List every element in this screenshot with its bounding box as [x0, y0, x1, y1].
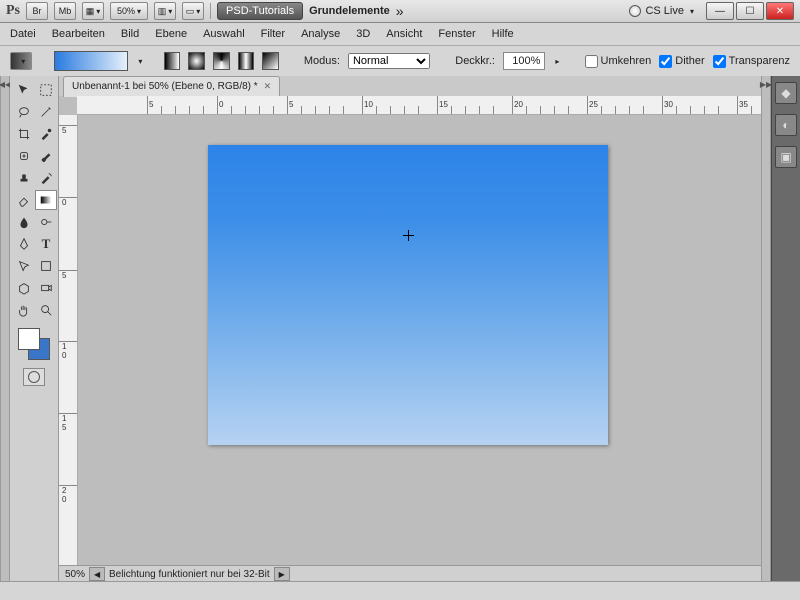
menu-fenster[interactable]: Fenster: [438, 28, 475, 40]
menu-bild[interactable]: Bild: [121, 28, 139, 40]
foreground-color[interactable]: [18, 328, 40, 350]
deckkr-arrow[interactable]: ▸: [555, 57, 559, 66]
blur-tool[interactable]: [13, 212, 35, 232]
collapse-left-icon[interactable]: ◀◀: [0, 76, 10, 582]
titlebar: Ps Br Mb ▦▾ 50%▾ ▥▾ ▭▾ PSD-Tutorials Gru…: [0, 0, 800, 23]
panel-dock: ◆ ◐ ▣: [771, 76, 800, 582]
marquee-tool[interactable]: [35, 80, 57, 100]
options-bar: ▾ ▾ Modus: Normal Deckkr.: 100% ▸ Umkehr…: [0, 46, 800, 77]
gradient-picker-arrow[interactable]: ▾: [138, 57, 142, 66]
ruler-horizontal[interactable]: 505101520253035: [77, 96, 761, 115]
toolbox: T: [10, 76, 59, 582]
eraser-tool[interactable]: [13, 190, 35, 210]
lasso-tool[interactable]: [13, 102, 35, 122]
pen-tool[interactable]: [13, 234, 35, 254]
deckkr-label: Deckkr.:: [455, 55, 495, 67]
document-canvas[interactable]: [208, 145, 608, 445]
extension-badge[interactable]: PSD-Tutorials: [217, 2, 303, 20]
bridge-button[interactable]: Br: [26, 2, 48, 20]
window-statusbar: [0, 581, 800, 600]
history-brush-tool[interactable]: [35, 168, 57, 188]
canvas-area[interactable]: [78, 115, 761, 565]
ruler-vertical[interactable]: 5051 01 52 0: [59, 115, 78, 565]
deckkr-input[interactable]: 100%: [503, 52, 545, 70]
dither-checkbox[interactable]: Dither: [659, 55, 704, 68]
paths-icon[interactable]: ▣: [775, 146, 797, 168]
magic-wand-tool[interactable]: [35, 102, 57, 122]
gradient-preview[interactable]: [54, 51, 129, 71]
healing-tool[interactable]: [13, 146, 35, 166]
tab-close-icon[interactable]: ✕: [264, 81, 272, 92]
crop-tool[interactable]: [13, 124, 35, 144]
gradient-tool[interactable]: [35, 190, 57, 210]
minimize-button[interactable]: —: [706, 2, 734, 20]
path-select-tool[interactable]: [13, 256, 35, 276]
modus-select[interactable]: Normal: [348, 53, 430, 69]
menu-bearbeiten[interactable]: Bearbeiten: [52, 28, 105, 40]
layers-icon[interactable]: ◆: [775, 82, 797, 104]
eyedropper-tool[interactable]: [35, 124, 57, 144]
workspace-name[interactable]: Grundelemente: [309, 5, 390, 17]
screenmode-button[interactable]: ▭▾: [182, 2, 204, 20]
shape-tool[interactable]: [35, 256, 57, 276]
menu-hilfe[interactable]: Hilfe: [492, 28, 514, 40]
gradient-linear-icon[interactable]: [164, 52, 181, 70]
menubar: Datei Bearbeiten Bild Ebene Auswahl Filt…: [0, 23, 800, 46]
stamp-tool[interactable]: [13, 168, 35, 188]
move-tool[interactable]: [13, 80, 35, 100]
hand-tool[interactable]: [13, 300, 35, 320]
arrange-button[interactable]: ▥▾: [154, 2, 176, 20]
menu-ansicht[interactable]: Ansicht: [386, 28, 422, 40]
collapse-right-icon[interactable]: ▶▶: [761, 76, 771, 582]
3d-camera-tool[interactable]: [35, 278, 57, 298]
status-strip: 50% ◀ Belichtung funktioniert nur bei 32…: [59, 565, 761, 582]
tab-title: Unbenannt-1 bei 50% (Ebene 0, RGB/8) *: [72, 81, 258, 92]
type-tool[interactable]: T: [35, 234, 57, 254]
gradient-diamond-icon[interactable]: [262, 52, 279, 70]
zoom-readout[interactable]: 50%: [65, 569, 85, 580]
menu-filter[interactable]: Filter: [261, 28, 285, 40]
app-logo: Ps: [6, 3, 20, 19]
quickmask-button[interactable]: [23, 368, 45, 386]
tool-preset-button[interactable]: ▾: [10, 52, 32, 70]
dodge-tool[interactable]: [35, 212, 57, 232]
3d-tool[interactable]: [13, 278, 35, 298]
menu-datei[interactable]: Datei: [10, 28, 36, 40]
gradient-reflected-icon[interactable]: [238, 52, 255, 70]
transparenz-checkbox[interactable]: Transparenz: [713, 55, 790, 68]
document-tabs: Unbenannt-1 bei 50% (Ebene 0, RGB/8) * ✕: [59, 76, 761, 96]
modus-label: Modus:: [304, 55, 340, 67]
zoom-tool[interactable]: [35, 300, 57, 320]
gradient-angle-icon[interactable]: [213, 52, 230, 70]
gradient-radial-icon[interactable]: [188, 52, 205, 70]
info-prev-icon[interactable]: ◀: [89, 567, 105, 581]
menu-analyse[interactable]: Analyse: [301, 28, 340, 40]
umkehren-checkbox[interactable]: Umkehren: [585, 55, 652, 68]
menu-ebene[interactable]: Ebene: [155, 28, 187, 40]
zoom-menu[interactable]: 50%▾: [110, 2, 148, 20]
maximize-button[interactable]: ☐: [736, 2, 764, 20]
frames-button[interactable]: ▦▾: [82, 2, 104, 20]
menu-auswahl[interactable]: Auswahl: [203, 28, 245, 40]
brush-tool[interactable]: [35, 146, 57, 166]
channels-icon[interactable]: ◐: [775, 114, 797, 136]
close-button[interactable]: ✕: [766, 2, 794, 20]
color-swatches[interactable]: [18, 328, 50, 360]
minibridge-button[interactable]: Mb: [54, 2, 76, 20]
menu-3d[interactable]: 3D: [356, 28, 370, 40]
workspace-more-icon[interactable]: »: [396, 3, 404, 19]
cs-live[interactable]: CS Live▾: [629, 5, 694, 17]
doc-tab[interactable]: Unbenannt-1 bei 50% (Ebene 0, RGB/8) * ✕: [63, 76, 280, 97]
info-next-icon[interactable]: ▶: [274, 567, 290, 581]
status-message: Belichtung funktioniert nur bei 32-Bit: [109, 569, 270, 580]
